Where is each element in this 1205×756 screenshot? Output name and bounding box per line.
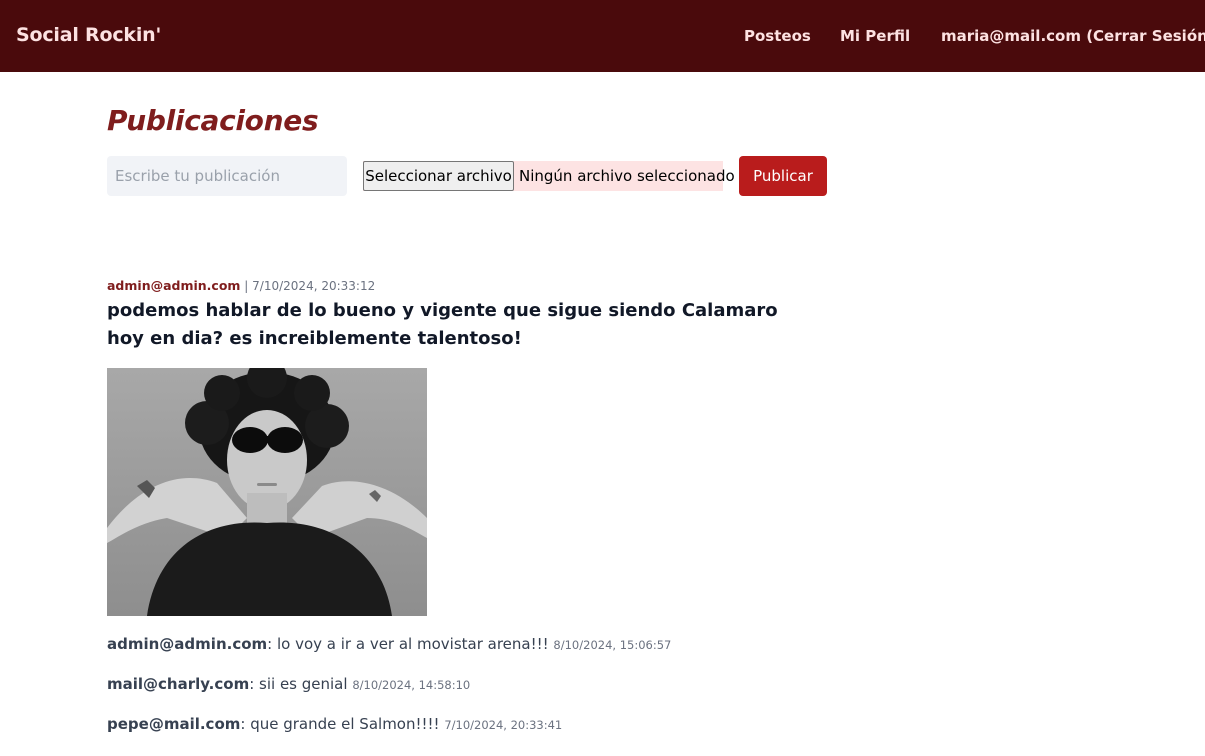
post-card: admin@admin.com | 7/10/2024, 20:33:12 po… bbox=[107, 278, 807, 616]
comment-text: : sii es genial bbox=[249, 675, 348, 693]
post-text-input[interactable] bbox=[107, 156, 347, 196]
file-picker[interactable]: Seleccionar archivo Ningún archivo selec… bbox=[363, 161, 735, 191]
nav-link-mi-perfil[interactable]: Mi Perfil bbox=[840, 27, 910, 45]
comment-item: pepe@mail.com: que grande el Salmon!!!! … bbox=[107, 715, 562, 733]
select-file-button[interactable]: Seleccionar archivo bbox=[363, 161, 514, 191]
comment-item: admin@admin.com: lo voy a ir a ver al mo… bbox=[107, 635, 671, 653]
comment-timestamp: 8/10/2024, 14:58:10 bbox=[352, 678, 471, 692]
post-author[interactable]: admin@admin.com bbox=[107, 278, 240, 293]
comment-text: : lo voy a ir a ver al movistar arena!!! bbox=[267, 635, 549, 653]
comment-timestamp: 7/10/2024, 20:33:41 bbox=[444, 718, 563, 732]
comment-text: : que grande el Salmon!!!! bbox=[240, 715, 440, 733]
nav-link-posteos[interactable]: Posteos bbox=[744, 27, 811, 45]
file-status-text: Ningún archivo seleccionado bbox=[519, 167, 735, 185]
post-image bbox=[107, 368, 427, 616]
top-navbar: Social Rockin' Posteos Mi Perfil maria@m… bbox=[0, 0, 1205, 72]
post-meta-separator: | bbox=[244, 279, 249, 293]
brand-logo[interactable]: Social Rockin' bbox=[16, 24, 161, 46]
page-title: Publicaciones bbox=[107, 104, 319, 137]
comment-author[interactable]: admin@admin.com bbox=[107, 635, 267, 653]
comment-timestamp: 8/10/2024, 15:06:57 bbox=[553, 638, 672, 652]
post-timestamp: 7/10/2024, 20:33:12 bbox=[252, 279, 376, 293]
publish-button[interactable]: Publicar bbox=[739, 156, 827, 196]
post-text: podemos hablar de lo bueno y vigente que… bbox=[107, 300, 778, 349]
post-meta: admin@admin.com | 7/10/2024, 20:33:12 bbox=[107, 278, 807, 293]
nav-link-logout[interactable]: maria@mail.com (Cerrar Sesión) bbox=[941, 27, 1205, 45]
post-photo-illustration bbox=[107, 368, 427, 616]
comment-author[interactable]: pepe@mail.com bbox=[107, 715, 240, 733]
comment-item: mail@charly.com: sii es genial 8/10/2024… bbox=[107, 675, 470, 693]
comment-author[interactable]: mail@charly.com bbox=[107, 675, 249, 693]
